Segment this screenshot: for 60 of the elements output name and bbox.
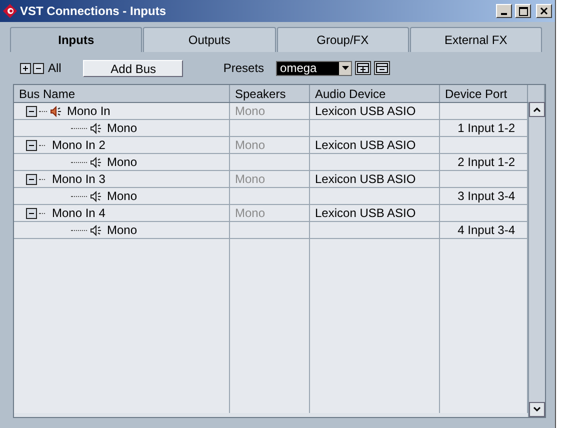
speaker-icon (90, 122, 103, 134)
tab[interactable]: Outputs (143, 27, 276, 52)
speaker-icon (90, 224, 103, 236)
remove-preset-icon (376, 63, 388, 73)
minimize-button[interactable] (496, 4, 512, 18)
expand-all-button[interactable] (20, 62, 31, 74)
tab[interactable]: Inputs (10, 27, 142, 52)
channel-name: Mono (107, 223, 138, 237)
channel-name: Mono (107, 189, 138, 203)
bus-name: Mono In (67, 104, 110, 118)
table-cell: Mono (230, 103, 310, 120)
add-bus-button[interactable]: Add Bus (83, 60, 184, 76)
column-header[interactable]: Audio Device (310, 85, 440, 102)
table-cell: 3 Input 3-4 (440, 188, 528, 205)
close-button[interactable] (536, 4, 552, 18)
table-cell: Lexicon USB ASIO (310, 137, 440, 154)
table-cell: Mono (230, 171, 310, 188)
speaker-icon (90, 156, 103, 168)
presets-label: Presets (223, 61, 264, 75)
bus-name: Mono In 4 (52, 206, 106, 220)
collapse-button[interactable] (26, 208, 37, 218)
speaker-icon (90, 190, 103, 202)
tab[interactable]: Group/FX (276, 27, 409, 52)
bus-name: Mono In 2 (52, 138, 106, 152)
table-cell: 4 Input 3-4 (440, 222, 528, 239)
save-preset-button[interactable] (355, 61, 372, 75)
column-header[interactable]: Bus Name (14, 85, 230, 102)
bus-name: Mono In 3 (52, 172, 106, 186)
maximize-button[interactable] (515, 4, 531, 18)
add-preset-icon (357, 63, 370, 73)
table-cell: Mono (230, 205, 310, 222)
collapse-all-button[interactable] (33, 62, 44, 74)
table-cell: Lexicon USB ASIO (310, 103, 440, 120)
tab[interactable]: External FX (410, 27, 542, 52)
caret-icon (342, 66, 349, 70)
plus-icon (21, 64, 30, 72)
channel-name: Mono (107, 155, 138, 169)
scroll-up-button[interactable] (529, 102, 545, 117)
table-cell: Mono (230, 137, 310, 154)
close-icon (540, 7, 548, 15)
collapse-button[interactable] (26, 106, 37, 116)
column-header[interactable]: Speakers (230, 85, 310, 102)
table-cell: 1 Input 1-2 (440, 120, 528, 137)
channel-name: Mono (107, 121, 138, 135)
presets-dropdown[interactable]: omega (276, 60, 352, 76)
table-cell: 2 Input 1-2 (440, 154, 528, 171)
table-cell: Lexicon USB ASIO (310, 205, 440, 222)
window-title: VST Connections - Inputs (20, 4, 167, 18)
app-logo-icon (3, 4, 17, 18)
caret-up-icon (533, 107, 541, 112)
table-cell: Lexicon USB ASIO (310, 171, 440, 188)
column-header[interactable]: Device Port (440, 85, 528, 102)
collapse-button[interactable] (26, 140, 37, 150)
all-label: All (48, 61, 62, 75)
caret-down-icon (533, 407, 541, 412)
scrollbar[interactable] (528, 102, 545, 417)
scroll-down-button[interactable] (529, 402, 545, 417)
remove-preset-button[interactable] (374, 61, 390, 75)
maximize-icon (518, 6, 528, 16)
collapse-button[interactable] (26, 174, 37, 184)
